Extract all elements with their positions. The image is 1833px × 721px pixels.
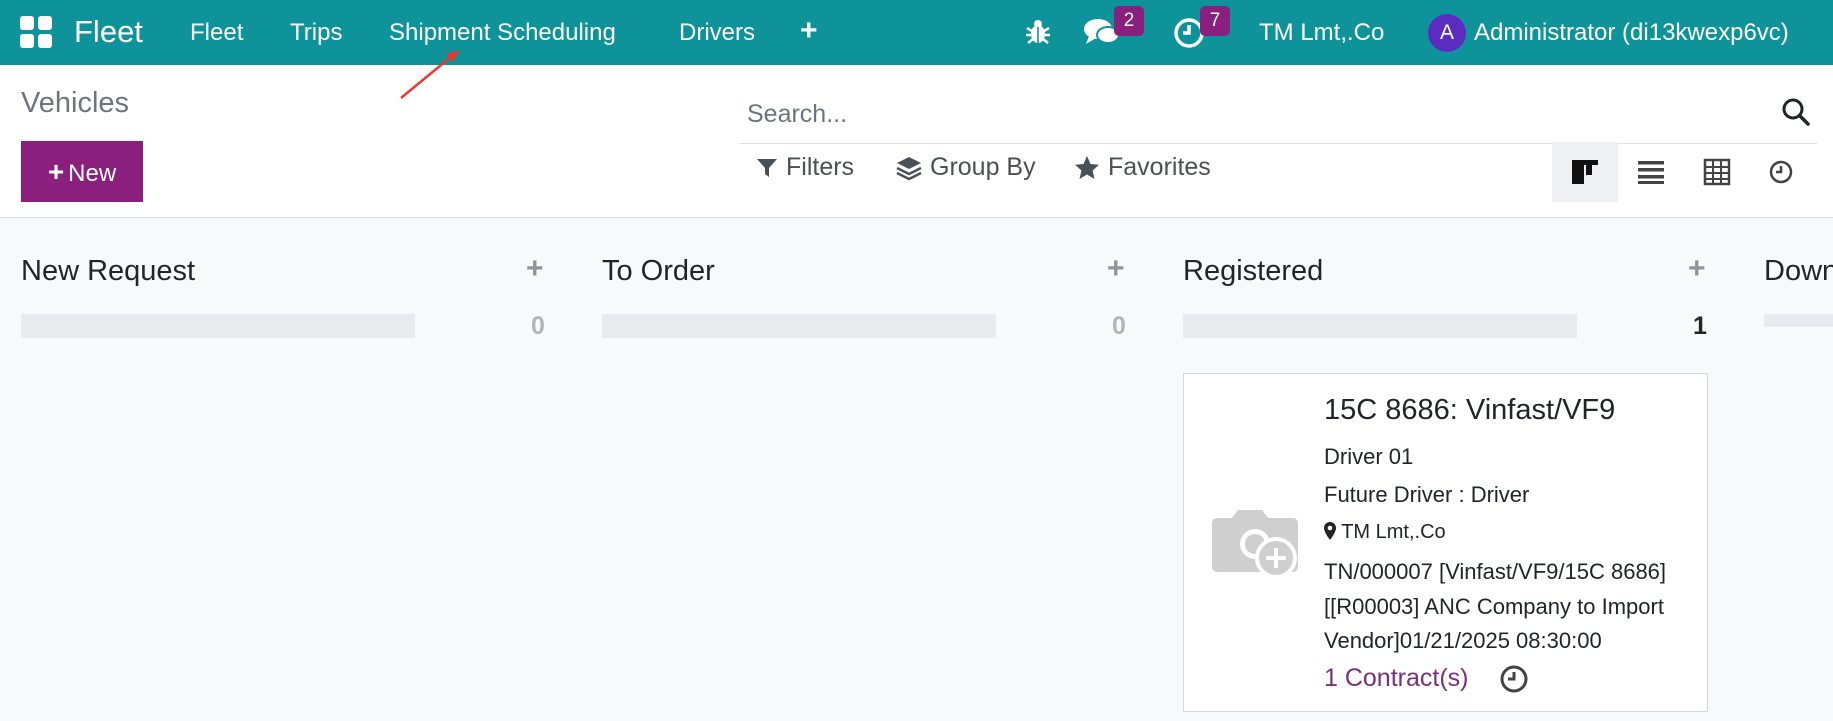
search-bar (739, 83, 1817, 144)
star-icon (1075, 155, 1099, 179)
column-progressbar[interactable] (21, 314, 415, 338)
new-button[interactable]: + New (21, 141, 143, 202)
top-navbar: Fleet Fleet Trips Shipment Scheduling Dr… (0, 0, 1833, 65)
driver-field: Driver 01 (1324, 444, 1414, 469)
vehicle-title: 15C 8686: Vinfast/VF9 (1324, 394, 1616, 426)
group-by-button[interactable]: Group By (896, 153, 1036, 182)
group-by-label: Group By (930, 153, 1036, 181)
activities-badge: 7 (1200, 6, 1230, 36)
kanban-icon (1572, 160, 1598, 184)
kanban-column-down: Down (1764, 217, 1833, 327)
vehicle-card[interactable]: 15C 8686: Vinfast/VF9 Driver 01 Future D… (1183, 373, 1708, 712)
new-button-label: New (68, 159, 117, 187)
control-panel: Vehicles +New Filters Group By Favorites (0, 65, 1833, 218)
activity-view-button[interactable] (1748, 142, 1814, 202)
column-title[interactable]: To Order (602, 255, 715, 288)
company-switcher[interactable]: TM Lmt,.Co (1259, 19, 1384, 47)
list-icon (1638, 161, 1664, 184)
trip-line-3: Vendor]01/21/2025 08:30:00 (1324, 628, 1602, 653)
trip-line-1: TN/000007 [Vinfast/VF9/15C 8686] (1324, 559, 1667, 584)
future-driver-field: Future Driver : Driver (1324, 482, 1530, 507)
pivot-icon (1703, 158, 1731, 186)
favorites-button[interactable]: Favorites (1074, 153, 1211, 182)
search-input[interactable] (745, 93, 1749, 135)
column-progressbar[interactable] (1183, 314, 1577, 338)
column-progressbar[interactable] (602, 314, 996, 338)
plus-icon: + (47, 155, 65, 187)
plus-icon[interactable]: + (800, 14, 818, 48)
column-count: 0 (531, 312, 545, 340)
list-view-button[interactable] (1618, 142, 1684, 202)
filters-label: Filters (786, 153, 855, 181)
location-label: TM Lmt,.Co (1341, 521, 1446, 543)
filter-icon (757, 158, 777, 177)
layers-icon (896, 156, 922, 180)
column-title[interactable]: Down (1764, 255, 1833, 288)
menu-trips[interactable]: Trips (290, 19, 342, 47)
map-marker-icon (1324, 522, 1336, 540)
breadcrumb[interactable]: Vehicles (21, 87, 129, 120)
menu-fleet[interactable]: Fleet (190, 19, 243, 47)
contracts-link[interactable]: 1 Contract(s) (1324, 664, 1468, 693)
column-count: 1 (1693, 312, 1707, 340)
column-progressbar[interactable] (1764, 314, 1833, 327)
favorites-label: Favorites (1108, 153, 1211, 181)
filters-button[interactable]: Filters (756, 153, 854, 182)
column-title[interactable]: New Request (21, 255, 195, 288)
pivot-view-button[interactable] (1684, 142, 1750, 202)
location-field: TM Lmt,.Co (1324, 521, 1446, 544)
avatar[interactable]: A (1428, 14, 1466, 52)
column-count: 0 (1112, 312, 1126, 340)
bug-icon[interactable] (1024, 18, 1052, 51)
search-icon[interactable] (1781, 97, 1811, 132)
menu-drivers[interactable]: Drivers (679, 19, 755, 47)
column-title[interactable]: Registered (1183, 255, 1323, 288)
quick-create-plus-icon[interactable]: + (526, 252, 544, 286)
kanban-view-button[interactable] (1552, 142, 1618, 202)
activity-clock-icon[interactable] (1499, 664, 1529, 699)
messages-badge: 2 (1114, 6, 1144, 36)
app-brand[interactable]: Fleet (74, 14, 143, 50)
apps-icon[interactable] (20, 16, 54, 50)
user-menu[interactable]: Administrator (di13kwexp6vc) (1474, 19, 1789, 47)
trip-line-2: [[R00003] ANC Company to Import (1324, 594, 1664, 619)
camera-plus-icon[interactable] (1210, 504, 1304, 587)
quick-create-plus-icon[interactable]: + (1107, 252, 1125, 286)
menu-shipment-scheduling[interactable]: Shipment Scheduling (389, 19, 616, 47)
quick-create-plus-icon[interactable]: + (1688, 252, 1706, 286)
activity-icon (1769, 160, 1793, 184)
